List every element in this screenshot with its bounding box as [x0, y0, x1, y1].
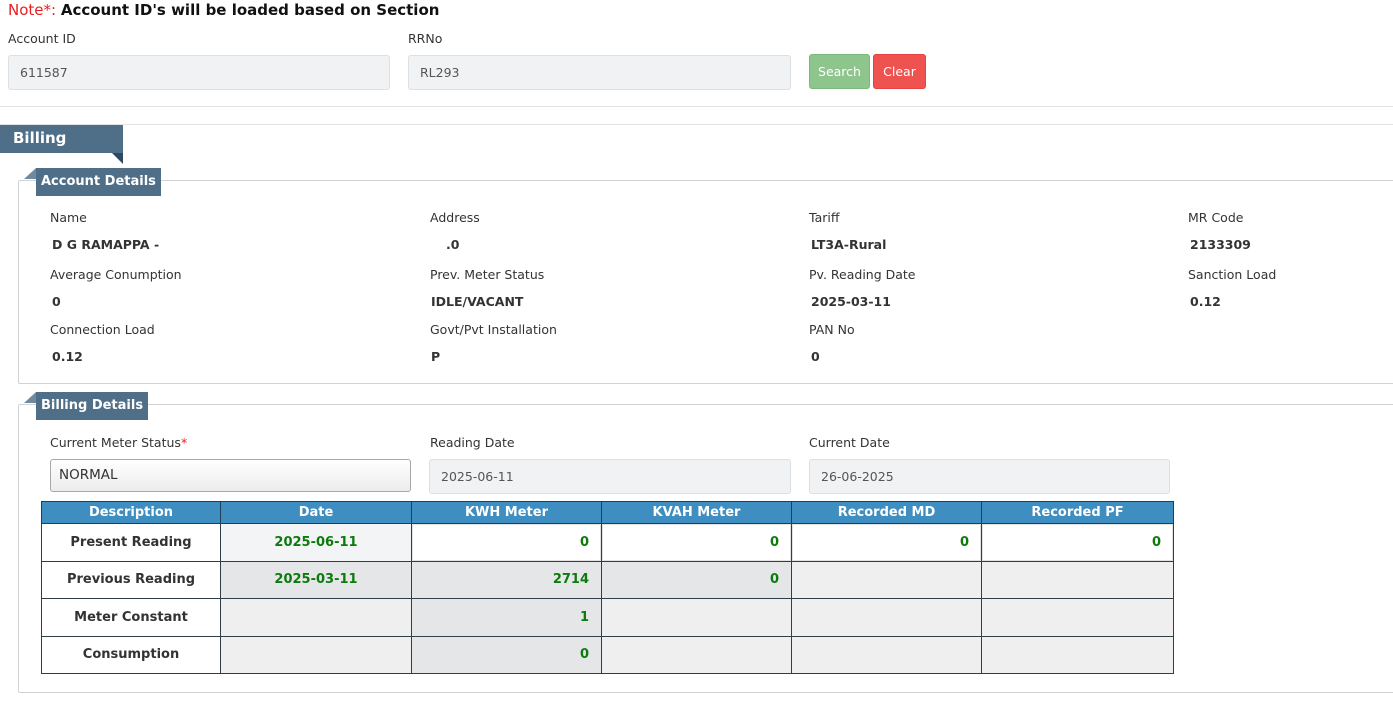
govt-pvt-installation-label: Govt/Pvt Installation [430, 322, 557, 337]
pv-reading-date-value: 2025-03-11 [811, 294, 891, 309]
govt-pvt-installation-value: P [431, 349, 441, 364]
reading-date-input[interactable]: 2025-06-11 [429, 459, 791, 494]
row-description: Previous Reading [41, 560, 221, 599]
name-value: D G RAMAPPA - [52, 237, 160, 252]
current-date-label: Current Date [809, 435, 890, 450]
sanction-load-value: 0.12 [1190, 294, 1221, 309]
table-row: Previous Reading 2025-03-11 2714 0 [41, 560, 1174, 599]
current-date-input[interactable]: 26-06-2025 [809, 459, 1170, 494]
prev-meter-status-value: IDLE/VACANT [431, 294, 524, 309]
consumption-kwh-value: 0 [411, 635, 602, 674]
rrno-input[interactable]: RL293 [408, 55, 791, 90]
account-details-title: Account Details [36, 168, 161, 196]
table-header-row: Description Date KWH Meter KVAH Meter Re… [41, 501, 1174, 524]
mr-code-value: 2133309 [1190, 237, 1251, 252]
previous-kvah-value: 0 [601, 560, 792, 599]
connection-load-label: Connection Load [50, 322, 155, 337]
consumption-date-cell [220, 635, 412, 674]
column-header-kwh-meter: KWH Meter [411, 501, 602, 524]
clear-button[interactable]: Clear [873, 54, 926, 89]
prev-meter-status-label: Prev. Meter Status [430, 267, 545, 282]
row-description: Consumption [41, 635, 221, 674]
connection-load-value: 0.12 [52, 349, 83, 364]
search-button[interactable]: Search [809, 54, 870, 89]
row-description: Present Reading [41, 523, 221, 562]
meter-constant-date-cell [220, 598, 412, 637]
previous-recorded-pf-cell [981, 560, 1174, 599]
current-meter-status-select[interactable]: NORMAL [50, 459, 411, 492]
address-label: Address [430, 210, 480, 225]
present-recorded-pf-input[interactable]: 0 [981, 523, 1174, 562]
meter-constant-md-cell [791, 598, 982, 637]
meter-constant-pf-cell [981, 598, 1174, 637]
present-reading-date: 2025-06-11 [220, 523, 412, 562]
column-header-date: Date [220, 501, 412, 524]
account-id-input[interactable]: 611587 [8, 55, 390, 90]
section-note: Note*: Account ID's will be loaded based… [8, 1, 439, 19]
table-row: Consumption 0 [41, 635, 1174, 674]
average-consumption-value: 0 [52, 294, 61, 309]
consumption-kvah-cell [601, 635, 792, 674]
reading-date-label: Reading Date [430, 435, 515, 450]
meter-constant-kvah-cell [601, 598, 792, 637]
tariff-value: LT3A-Rural [811, 237, 887, 252]
column-header-recorded-md: Recorded MD [791, 501, 982, 524]
divider [0, 106, 1393, 107]
address-value: .0 [446, 237, 460, 252]
panel-fold [24, 168, 36, 179]
ribbon-fold [112, 153, 123, 164]
column-header-description: Description [41, 501, 221, 524]
consumption-md-cell [791, 635, 982, 674]
column-header-recorded-pf: Recorded PF [981, 501, 1174, 524]
present-kwh-input[interactable]: 0 [411, 523, 602, 562]
consumption-pf-cell [981, 635, 1174, 674]
sanction-load-label: Sanction Load [1188, 267, 1277, 282]
note-message: Account ID's will be loaded based on Sec… [60, 1, 440, 19]
present-kvah-input[interactable]: 0 [601, 523, 792, 562]
pan-no-value: 0 [811, 349, 820, 364]
row-description: Meter Constant [41, 598, 221, 637]
name-label: Name [50, 210, 87, 225]
average-consumption-label: Average Conumption [50, 267, 182, 282]
note-prefix: Note*: [8, 1, 57, 19]
billing-details-section-title: Billing Details [0, 125, 123, 174]
current-meter-status-label: Current Meter Status* [50, 435, 187, 450]
table-row: Present Reading 2025-06-11 0 0 0 0 [41, 523, 1174, 562]
current-meter-status-label-text: Current Meter Status [50, 435, 181, 450]
meter-readings-table: Description Date KWH Meter KVAH Meter Re… [41, 501, 1174, 674]
pan-no-label: PAN No [809, 322, 855, 337]
required-mark: * [180, 435, 188, 450]
column-header-kvah-meter: KVAH Meter [601, 501, 792, 524]
previous-recorded-md-cell [791, 560, 982, 599]
pv-reading-date-label: Pv. Reading Date [809, 267, 916, 282]
table-row: Meter Constant 1 [41, 598, 1174, 637]
account-details-panel [18, 180, 1393, 384]
rrno-label: RRNo [408, 31, 443, 46]
account-id-label: Account ID [8, 31, 76, 46]
previous-reading-date: 2025-03-11 [220, 560, 412, 599]
billing-details-title: Billing Details [36, 392, 149, 420]
meter-constant-kwh-value: 1 [411, 598, 602, 637]
divider [0, 124, 1393, 125]
panel-fold [24, 392, 36, 403]
mr-code-label: MR Code [1188, 210, 1244, 225]
present-recorded-md-input[interactable]: 0 [791, 523, 982, 562]
tariff-label: Tariff [809, 210, 840, 225]
previous-kwh-value: 2714 [411, 560, 602, 599]
